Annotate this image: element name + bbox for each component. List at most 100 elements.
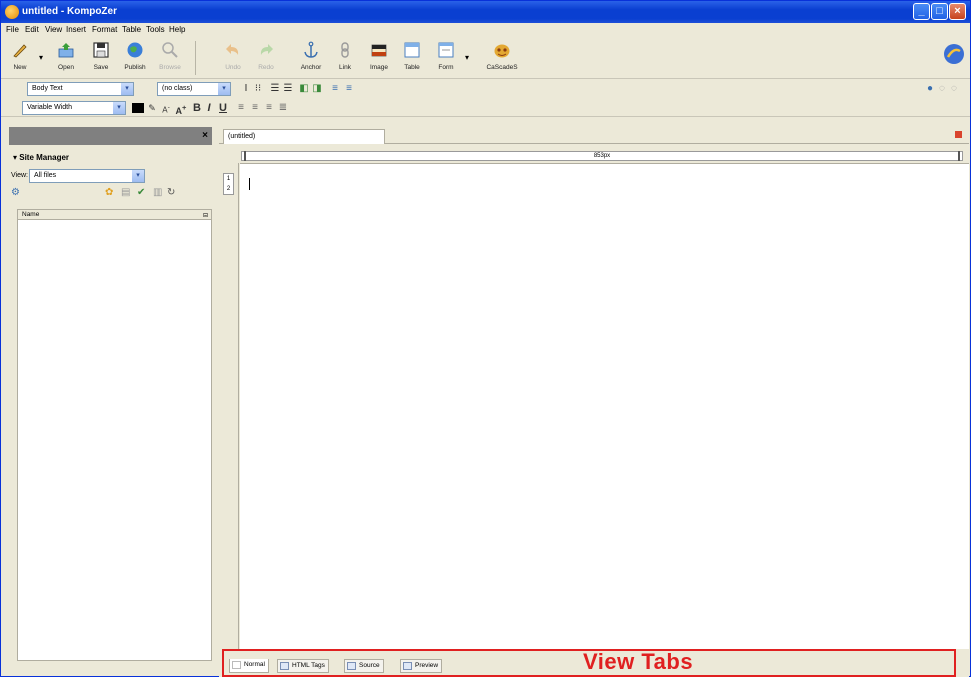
body-tag-marker[interactable]: 12	[223, 173, 234, 195]
underline-button[interactable]: U	[217, 102, 229, 114]
menu-edit[interactable]: Edit	[25, 25, 39, 34]
align-left-icon[interactable]: ≡	[235, 102, 247, 114]
refresh-icon[interactable]: ↻	[167, 187, 175, 203]
class-select[interactable]: (no class) ▾	[157, 82, 231, 96]
number-list-icon[interactable]: ⁝⁝	[253, 83, 263, 95]
kompozer-throbber-icon	[944, 44, 964, 64]
cascades-button[interactable]: CaScadeS	[485, 39, 519, 77]
format-toolbar-2: Variable Width ▾ ✎ A- A+ B I U ≡ ≡ ≡ ≣	[1, 99, 970, 117]
toolbar-option-icon[interactable]: ◌	[949, 83, 959, 95]
sidebar-close-icon[interactable]: ×	[202, 130, 208, 141]
text-caret	[249, 178, 250, 190]
chevron-down-icon: ▾	[218, 83, 230, 95]
menu-tools[interactable]: Tools	[146, 25, 165, 34]
larger-font-icon[interactable]: A+	[174, 102, 188, 116]
definition-list-icon[interactable]: ≡	[329, 83, 341, 95]
site-file-list[interactable]: Name ⊟	[17, 209, 212, 661]
minimize-button[interactable]: _	[913, 3, 930, 20]
tab-untitled[interactable]: (untitled)	[223, 129, 385, 144]
menu-view[interactable]: View	[45, 25, 62, 34]
form-dropdown-arrow[interactable]: ▾	[465, 53, 469, 62]
undo-button[interactable]: Undo	[216, 39, 250, 77]
paragraph-style-select[interactable]: Body Text ▾	[27, 82, 134, 96]
italic-button[interactable]: I	[204, 102, 214, 114]
menu-format[interactable]: Format	[92, 25, 117, 34]
close-tab-icon[interactable]	[955, 131, 962, 138]
name-column-header[interactable]: Name ⊟	[18, 210, 211, 220]
bold-button[interactable]: B	[192, 102, 202, 114]
table-icon	[404, 42, 420, 58]
new-dropdown-arrow[interactable]: ▾	[39, 53, 43, 62]
toolbar-option-icon[interactable]: ●	[925, 83, 935, 95]
open-button[interactable]: Open	[49, 39, 83, 77]
maximize-button[interactable]: □	[931, 3, 948, 20]
main-toolbar: New ▾ Open Save Publish Browse Undo Redo	[1, 37, 970, 79]
cascades-icon	[494, 44, 510, 58]
menu-file[interactable]: File	[6, 25, 19, 34]
image-button[interactable]: Image	[362, 39, 396, 77]
site-globe-icon[interactable]: ⚙	[11, 187, 20, 203]
indent-icon[interactable]: ◨	[311, 83, 323, 95]
site-manager-panel: × ▾ Site Manager View: All files ▾ ⚙ ✿ ▤…	[9, 127, 212, 661]
window-title: untitled - KompoZer	[22, 6, 117, 17]
chevron-down-icon: ▾	[121, 83, 133, 95]
view-tabs-annotation: View Tabs	[583, 649, 694, 674]
format-toolbar-1: Body Text ▾ (no class) ▾ Ⅰ ⁝⁝ ☰ ☰ ◧ ◨ ≡ …	[1, 80, 970, 98]
highlight-pen-icon[interactable]: ✎	[146, 102, 158, 114]
smaller-font-icon[interactable]: A-	[159, 102, 173, 115]
align-right-icon[interactable]: ≡	[263, 102, 275, 114]
browse-magnifier-icon	[162, 42, 178, 58]
toolbar-option-icon[interactable]: ◌	[937, 83, 947, 95]
chevron-down-icon: ▾	[113, 102, 125, 114]
menu-help[interactable]: Help	[169, 25, 185, 34]
outdent-icon[interactable]: ◧	[298, 83, 310, 95]
redo-arrow-icon	[260, 44, 273, 55]
form-icon	[438, 42, 454, 58]
menu-insert[interactable]: Insert	[66, 25, 86, 34]
definition-term-icon[interactable]: ≡	[343, 83, 355, 95]
table-button[interactable]: Table	[395, 39, 429, 77]
edit-site-icon[interactable]: ✔	[137, 187, 145, 203]
toolbar-separator	[195, 41, 196, 75]
browse-button[interactable]: Browse	[153, 39, 187, 77]
align-justify-icon[interactable]: ≣	[277, 102, 289, 114]
close-window-button[interactable]: ×	[949, 3, 966, 20]
form-button[interactable]: Form	[429, 39, 463, 77]
save-button[interactable]: Save	[84, 39, 118, 77]
editor-canvas[interactable]	[240, 163, 969, 649]
new-file-icon[interactable]: ▤	[121, 187, 130, 203]
view-label: View:	[11, 172, 28, 179]
kompozer-app-icon	[5, 5, 19, 19]
new-button[interactable]: New	[3, 39, 37, 77]
new-pencil-icon	[13, 44, 27, 58]
view-filter-select[interactable]: All files ▾	[29, 169, 145, 183]
new-folder-icon[interactable]: ✿	[105, 187, 113, 203]
save-disk-icon	[93, 42, 109, 58]
publish-button[interactable]: Publish	[118, 39, 152, 77]
text-color-swatch-icon[interactable]	[132, 103, 144, 113]
column-picker-icon[interactable]: ⊟	[203, 211, 208, 221]
align-center-icon[interactable]: ≡	[249, 102, 261, 114]
bullet-list-icon[interactable]: ☰	[269, 83, 281, 95]
publish-globe-icon	[127, 42, 143, 58]
undo-arrow-icon	[226, 44, 239, 55]
anchor-icon	[304, 41, 318, 58]
width-ruler: 853px	[241, 151, 963, 161]
link-chain-icon	[341, 42, 349, 58]
title-bar: untitled - KompoZer _ □ ×	[1, 1, 970, 23]
menu-bar: File Edit View Insert Format Table Tools…	[1, 23, 970, 37]
teletype-icon[interactable]: Ⅰ	[241, 83, 251, 95]
redo-button[interactable]: Redo	[249, 39, 283, 77]
image-icon	[371, 44, 387, 57]
link-button[interactable]: Link	[328, 39, 362, 77]
site-manager-header[interactable]: ▾ Site Manager	[13, 153, 69, 162]
sidebar-title-bar: ×	[9, 127, 212, 145]
delete-icon[interactable]: ▥	[153, 187, 162, 203]
kompozer-window: untitled - KompoZer _ □ × File Edit View…	[0, 0, 971, 677]
open-icon	[58, 43, 74, 58]
anchor-button[interactable]: Anchor	[294, 39, 328, 77]
chevron-down-icon: ▾	[132, 170, 144, 182]
font-select[interactable]: Variable Width ▾	[22, 101, 126, 115]
menu-table[interactable]: Table	[122, 25, 141, 34]
numbered-list-icon[interactable]: ☰	[282, 83, 294, 95]
